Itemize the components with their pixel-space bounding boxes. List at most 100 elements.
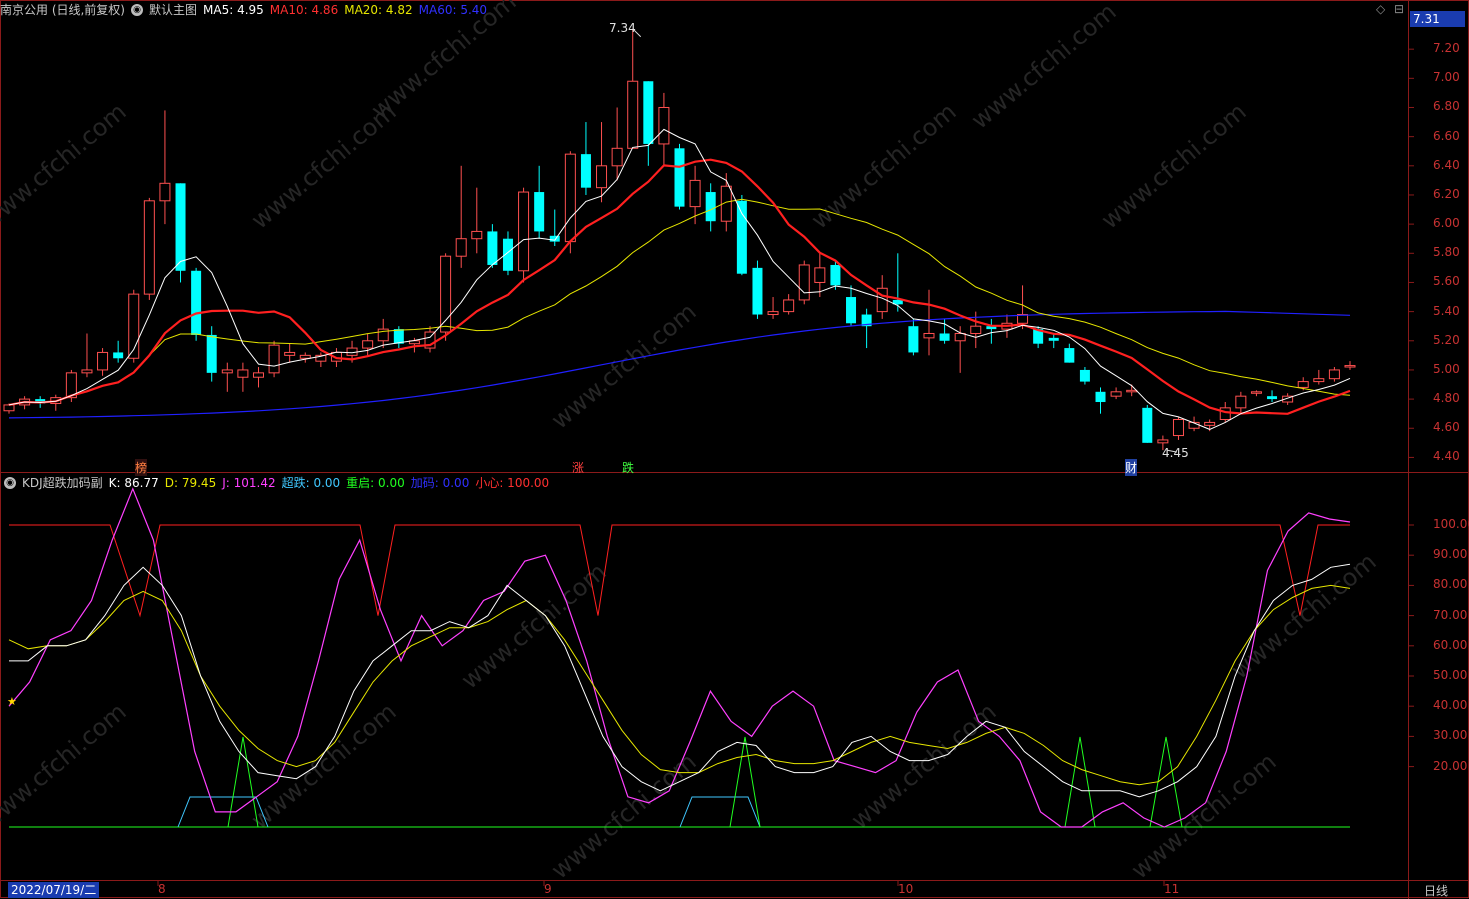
candle-body-up [596, 165, 608, 189]
candle-body-up [1297, 381, 1309, 388]
candle-body-down [908, 326, 919, 353]
xiaoxin-value: 小心: 100.00 [475, 476, 550, 490]
marker-bang[interactable]: 榜 [135, 459, 148, 476]
candle-body-up [299, 354, 311, 359]
marker-die[interactable]: 跌 [622, 459, 634, 476]
kdj-tick-label: 80.00 [1433, 577, 1468, 592]
candle-body-down [549, 235, 560, 242]
candle-body-up [1219, 407, 1231, 421]
chongqi-signal [729, 736, 761, 828]
kdj-tick-label: 70.00 [1433, 607, 1468, 622]
candle-body-down [1079, 369, 1090, 382]
indicator-title[interactable]: KDJ超跌加码副 [22, 473, 103, 493]
price-tick-label: 4.60 [1433, 420, 1460, 435]
date-cursor-label: 2022/07/19/二 [8, 882, 100, 898]
price-tick-label: 5.80 [1433, 245, 1460, 260]
candle-body-down [643, 81, 654, 144]
candle-body-up [564, 153, 576, 243]
watermark-text: www.cfchi.com [1096, 97, 1252, 234]
chongqi-value: 重启: 0.00 [346, 476, 405, 490]
candle-body-up [362, 340, 374, 349]
watermark-text: www.cfchi.com [1126, 747, 1282, 884]
candle-body-down [1095, 391, 1106, 403]
kdj-tick-label: 90.00 [1433, 547, 1468, 562]
stock-chart[interactable]: www.cfchi.com www.cfchi.comwww.cfchi.comw… [0, 0, 1469, 899]
month-label-9: 9 [544, 882, 552, 896]
diamond-icon[interactable]: ◇ [1376, 2, 1385, 16]
price-tick-label: 4.80 [1433, 391, 1460, 406]
candle-body-up [658, 106, 670, 145]
price-tick-label: 5.60 [1433, 274, 1460, 289]
period-selector[interactable]: 日线 [1424, 882, 1448, 899]
candle-body-up [221, 369, 233, 374]
candle-body-up [923, 332, 935, 339]
price-tick-label: 6.00 [1433, 216, 1460, 231]
candle-body-up [1172, 419, 1184, 437]
kdj-tick-label: 30.00 [1433, 728, 1468, 743]
chaodie-signal [679, 796, 761, 828]
price-tick-label: 6.80 [1433, 99, 1460, 114]
candle-body-down [674, 148, 685, 207]
collapse-icon[interactable]: ⊟ [1394, 2, 1404, 16]
jiama-value: 加码: 0.00 [410, 476, 470, 490]
kdj-tick-label: 50.00 [1433, 668, 1468, 682]
main-chart-label[interactable]: 默认主图 [149, 0, 197, 20]
candle-body-down [175, 183, 186, 271]
watermark-text: www.cfchi.com [846, 697, 1002, 834]
candle-body-down [487, 231, 498, 265]
j-value: J: 101.42 [222, 476, 276, 490]
candle-body-up [471, 230, 483, 240]
month-label-10: 10 [898, 882, 914, 896]
stock-title[interactable]: 南京公用 (日线,前复权) [0, 0, 125, 20]
chaodie-value: 超跌: 0.00 [281, 476, 341, 490]
candle-body-up [1250, 391, 1262, 394]
candle-body-up [798, 264, 810, 301]
watermark-text: www.cfchi.com [806, 97, 962, 234]
star-icon: ★ [7, 695, 17, 708]
marker-zhang[interactable]: 涨 [572, 459, 584, 476]
candle-body-up [81, 369, 93, 374]
moving-average-lines [8, 28, 1351, 453]
watermark-text: www.cfchi.com [966, 0, 1122, 135]
kdj-tick-label: 100.00 [1433, 517, 1469, 531]
candle-body-up [689, 179, 701, 208]
d-value: D: 79.45 [164, 476, 217, 490]
candle-body-up [518, 191, 530, 272]
kdj-tick-label: 60.00 [1433, 637, 1468, 652]
candle-body-up [1328, 369, 1340, 380]
candle-body-up [143, 200, 155, 295]
candle-body-down [534, 192, 545, 232]
candle-body-down [752, 267, 763, 315]
candle-body-down [705, 192, 716, 222]
candle-body-up [954, 332, 966, 342]
kdj-tick-label: 20.00 [1433, 758, 1468, 773]
price-tick-label: 5.20 [1433, 332, 1460, 347]
watermark-text: www.cfchi.com [0, 697, 132, 834]
candle-body-up [159, 182, 171, 202]
candle-body-up [1126, 389, 1138, 393]
ma20-value: MA20: 4.82 [344, 3, 413, 17]
candle-body-down [830, 264, 841, 286]
candle-body-up [97, 351, 109, 371]
kdj-tick-label: 40.00 [1433, 698, 1468, 713]
candle-body-down [1142, 407, 1153, 443]
candle-body-down [580, 154, 591, 188]
ma60-value: MA60: 5.40 [418, 3, 488, 17]
current-price-tag: 7.31 [1410, 11, 1465, 27]
candle-body-down [736, 200, 747, 274]
candle-body-down [113, 352, 124, 359]
marker-cai[interactable]: 财 [1125, 459, 1138, 476]
ma10-value: MA10: 4.86 [269, 3, 339, 17]
candle-body-up [814, 267, 826, 283]
indicator-settings-icon[interactable]: ◉ [4, 477, 16, 489]
k-value: K: 86.77 [108, 476, 159, 490]
candle-body-up [455, 238, 467, 257]
candle-body-up [1235, 395, 1247, 409]
candle-body-up [1157, 439, 1169, 444]
candle-body-up [970, 325, 982, 334]
candle-body-up [767, 311, 779, 316]
chart-settings-icon[interactable]: ◉ [131, 4, 143, 16]
candle-body-up [1204, 421, 1216, 426]
candle-body-up [3, 404, 15, 412]
candle-body-up [783, 299, 795, 313]
